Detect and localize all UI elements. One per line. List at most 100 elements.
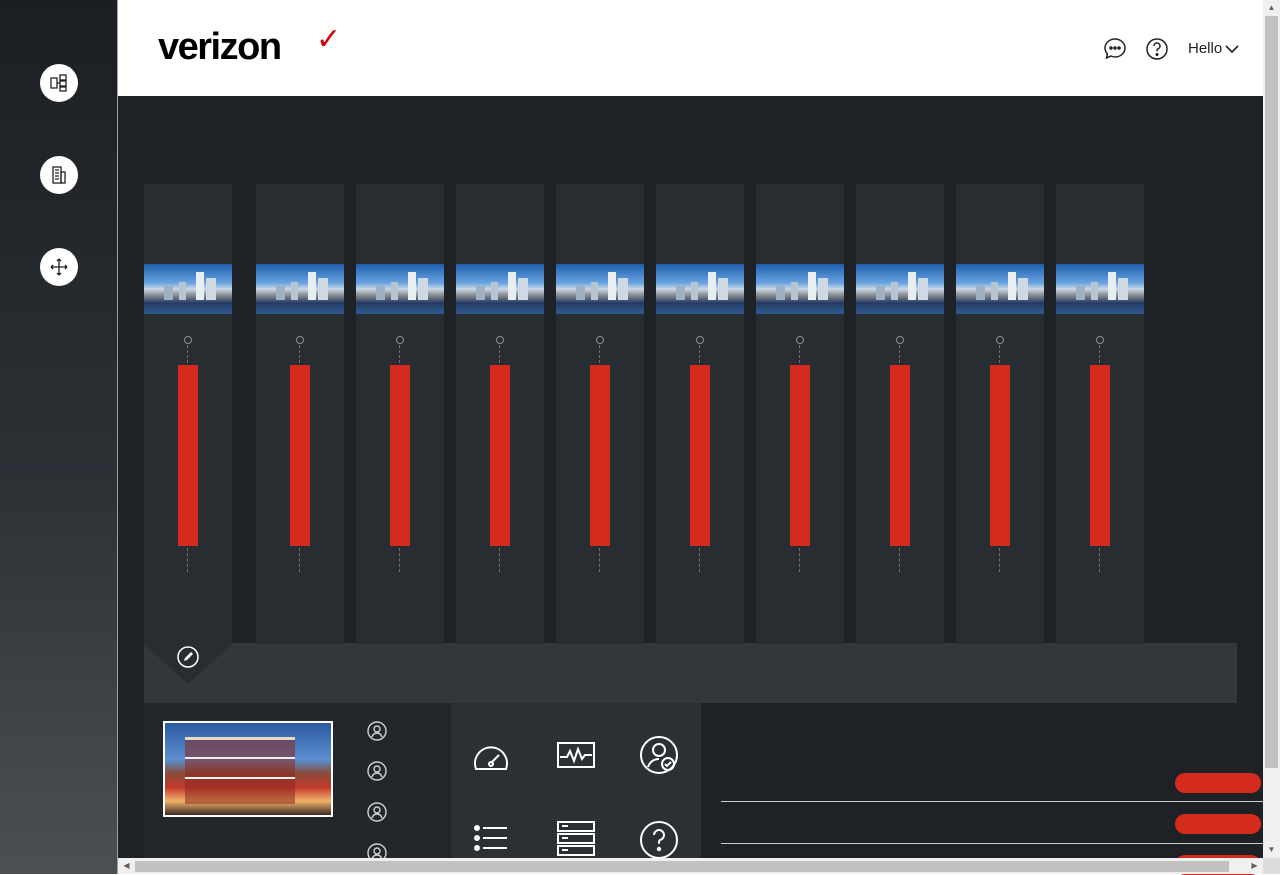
tower-connector: [699, 548, 700, 572]
tower-signal-bar[interactable]: [1090, 365, 1110, 546]
tower-connector: [899, 345, 900, 363]
user-icon[interactable]: [367, 802, 387, 822]
edit-icon[interactable]: [177, 646, 199, 668]
scroll-left-arrow[interactable]: ◀: [118, 858, 135, 874]
tower-site-image: [756, 264, 844, 314]
tower-signal-bar[interactable]: [490, 365, 510, 546]
divider-line: [721, 801, 1263, 802]
tower-node-dot: [796, 336, 804, 344]
tower-site-image: [456, 264, 544, 314]
horizontal-scrollbar[interactable]: ◀ ▶: [118, 858, 1263, 874]
tower-connector: [599, 345, 600, 363]
tower-card[interactable]: [856, 184, 944, 644]
tower-site-image: [556, 264, 644, 314]
tower-signal-bar[interactable]: [990, 365, 1010, 546]
tower-signal-bar[interactable]: [590, 365, 610, 546]
help-icon[interactable]: [1145, 37, 1169, 61]
tower-node-dot: [396, 336, 404, 344]
scrollbar-corner: [1263, 858, 1280, 874]
verizon-logo[interactable]: verizon ✓: [158, 23, 341, 69]
greeting-label: Hello: [1188, 40, 1223, 57]
location-thumbnail[interactable]: [163, 721, 333, 817]
user-check-icon[interactable]: [639, 735, 679, 775]
tower-site-image: [856, 264, 944, 314]
action-pill-button[interactable]: [1175, 814, 1261, 834]
tower-stage: [118, 96, 1263, 703]
list-icon[interactable]: [471, 820, 511, 860]
tower-node-dot: [996, 336, 1004, 344]
scroll-up-arrow[interactable]: ▲: [1263, 0, 1280, 16]
main-area: [118, 96, 1263, 875]
tower-signal-bar[interactable]: [690, 365, 710, 546]
stage-floor: [144, 643, 1237, 703]
tower-signal-bar[interactable]: [390, 365, 410, 546]
tower-connector: [999, 345, 1000, 363]
tower-connector: [799, 345, 800, 363]
tower-card[interactable]: [356, 184, 444, 644]
action-icons-panel: [451, 703, 701, 860]
tower-connector: [299, 345, 300, 363]
logo-check: ✓: [316, 23, 341, 56]
tower-connector: [187, 345, 188, 363]
tower-connector: [399, 548, 400, 572]
help-circle-icon[interactable]: [639, 820, 679, 860]
action-pill-button[interactable]: [1175, 773, 1261, 793]
chat-icon[interactable]: [1103, 37, 1127, 61]
tower-connector: [499, 548, 500, 572]
details-panel: [701, 703, 1263, 875]
tower-connector: [1099, 548, 1100, 572]
tower-signal-bar[interactable]: [790, 365, 810, 546]
tower-card[interactable]: [756, 184, 844, 644]
tower-connector: [699, 345, 700, 363]
tower-node-dot: [1096, 336, 1104, 344]
scroll-down-arrow[interactable]: ▼: [1263, 842, 1280, 858]
user-icon[interactable]: [367, 761, 387, 781]
tower-node-dot: [184, 336, 192, 344]
tower-site-image: [356, 264, 444, 314]
tower-card[interactable]: [656, 184, 744, 644]
rail-button-org-chart[interactable]: [40, 64, 78, 102]
tower-connector: [599, 548, 600, 572]
tower-connector: [299, 548, 300, 572]
rail-button-buildings[interactable]: [40, 156, 78, 194]
activity-icon[interactable]: [556, 735, 596, 775]
speedometer-icon[interactable]: [471, 735, 511, 775]
tower-connector: [187, 548, 188, 572]
tower-card[interactable]: [456, 184, 544, 644]
tower-node-dot: [696, 336, 704, 344]
user-icon[interactable]: [367, 721, 387, 741]
tower-node-dot: [896, 336, 904, 344]
org-chart-icon: [50, 74, 67, 92]
vertical-scroll-thumb[interactable]: [1265, 16, 1278, 768]
tower-card[interactable]: [556, 184, 644, 644]
tower-signal-bar[interactable]: [290, 365, 310, 546]
tower-card[interactable]: [1056, 184, 1144, 644]
tower-card[interactable]: [956, 184, 1044, 644]
vertical-scrollbar[interactable]: ▲ ▼: [1263, 0, 1280, 858]
tower-connector: [899, 548, 900, 572]
bottom-panel: [144, 703, 1263, 875]
tower-connector: [499, 345, 500, 363]
server-icon[interactable]: [556, 820, 596, 860]
tower-connector: [399, 345, 400, 363]
tower-node-dot: [296, 336, 304, 344]
tower-card[interactable]: [256, 184, 344, 644]
tower-signal-bar[interactable]: [178, 365, 198, 546]
scroll-right-arrow[interactable]: ▶: [1246, 858, 1263, 874]
chevron-down-icon: [1225, 44, 1239, 53]
tower-site-image: [956, 264, 1044, 314]
tower-site-image: [144, 264, 232, 314]
horizontal-scroll-thumb[interactable]: [135, 861, 1229, 872]
logo-text: verizon: [158, 26, 282, 68]
tower-site-image: [256, 264, 344, 314]
left-rail: [0, 0, 118, 874]
tower-site-image: [656, 264, 744, 314]
user-menu[interactable]: Hello: [1188, 40, 1239, 57]
divider-line: [721, 843, 1263, 844]
tower-connector: [1099, 345, 1100, 363]
move-arrows-icon: [50, 258, 68, 276]
tower-signal-bar[interactable]: [890, 365, 910, 546]
tower-card[interactable]: [144, 184, 232, 684]
rail-button-move[interactable]: [40, 248, 78, 286]
tower-connector: [999, 548, 1000, 572]
